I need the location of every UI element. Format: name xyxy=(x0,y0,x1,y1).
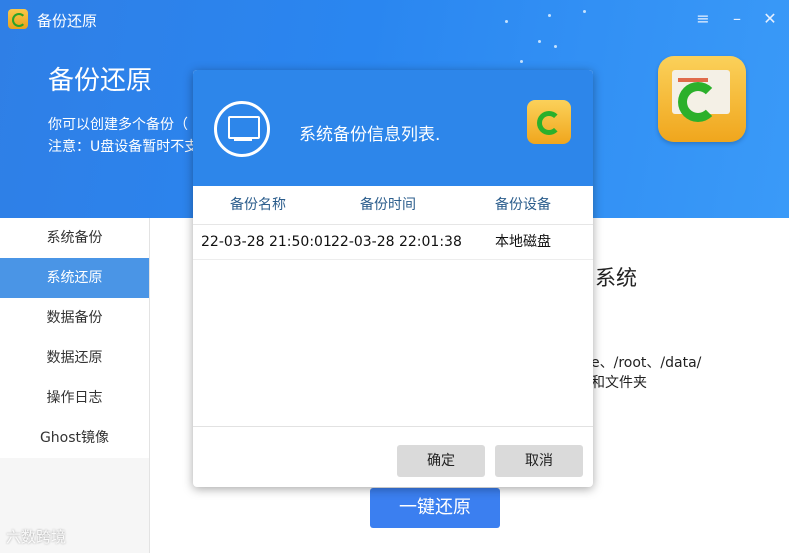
table-header: 备份名称 备份时间 备份设备 xyxy=(193,186,593,225)
cell-backup-name: 22-03-28 21:50:01 xyxy=(201,234,332,250)
watermark: 六数跨境 xyxy=(6,528,67,546)
cell-backup-device: 本地磁盘 xyxy=(495,234,551,250)
menu-icon[interactable]: ≡ xyxy=(693,9,713,29)
cell-backup-time: 22-03-28 22:01:38 xyxy=(331,234,462,250)
table-row[interactable]: 22-03-28 21:50:01 22-03-28 22:01:38 本地磁盘 xyxy=(193,225,593,260)
app-logo-icon xyxy=(8,9,28,29)
column-header-name: 备份名称 xyxy=(230,197,286,213)
confirm-button[interactable]: 确定 xyxy=(397,445,485,477)
dialog-header: 系统备份信息列表. xyxy=(193,70,593,186)
table-divider xyxy=(193,426,593,427)
column-header-time: 备份时间 xyxy=(360,197,416,213)
dialog-title: 系统备份信息列表. xyxy=(299,125,441,145)
backup-restore-icon xyxy=(658,56,746,142)
content-folders-text: 和文件夹 xyxy=(591,375,647,391)
sidebar-item-data-restore[interactable]: 数据还原 xyxy=(0,338,149,378)
sidebar-item-data-backup[interactable]: 数据备份 xyxy=(0,298,149,338)
sidebar-item-system-backup[interactable]: 系统备份 xyxy=(0,218,149,258)
sidebar-item-ghost-image[interactable]: Ghost镜像 xyxy=(0,418,149,458)
one-click-restore-button[interactable]: 一键还原 xyxy=(370,488,500,528)
backup-list-dialog: 系统备份信息列表. 备份名称 备份时间 备份设备 22-03-28 21:50:… xyxy=(193,70,593,487)
cancel-button[interactable]: 取消 xyxy=(495,445,583,477)
column-header-device: 备份设备 xyxy=(495,197,551,213)
window-title: 备份还原 xyxy=(37,12,98,30)
backup-restore-small-icon xyxy=(527,100,571,144)
sidebar-menu: 系统备份 系统还原 数据备份 数据还原 操作日志 Ghost镜像 xyxy=(0,218,149,458)
sidebar-item-operation-log[interactable]: 操作日志 xyxy=(0,378,149,418)
monitor-icon xyxy=(214,101,270,157)
minimize-icon[interactable]: – xyxy=(727,9,747,29)
content-heading: 系统 xyxy=(595,266,637,290)
close-icon[interactable]: ✕ xyxy=(760,9,780,29)
sidebar-item-system-restore[interactable]: 系统还原 xyxy=(0,258,149,298)
content-paths-text: e、/root、/data/ xyxy=(591,355,702,371)
hero-title: 备份还原 xyxy=(48,66,153,96)
sidebar: 系统备份 系统还原 数据备份 数据还原 操作日志 Ghost镜像 xyxy=(0,218,150,553)
hero-description: 你可以创建多个备份（ xyxy=(48,117,188,133)
hero-note: 注意：U盘设备暂时不支 xyxy=(48,139,199,155)
